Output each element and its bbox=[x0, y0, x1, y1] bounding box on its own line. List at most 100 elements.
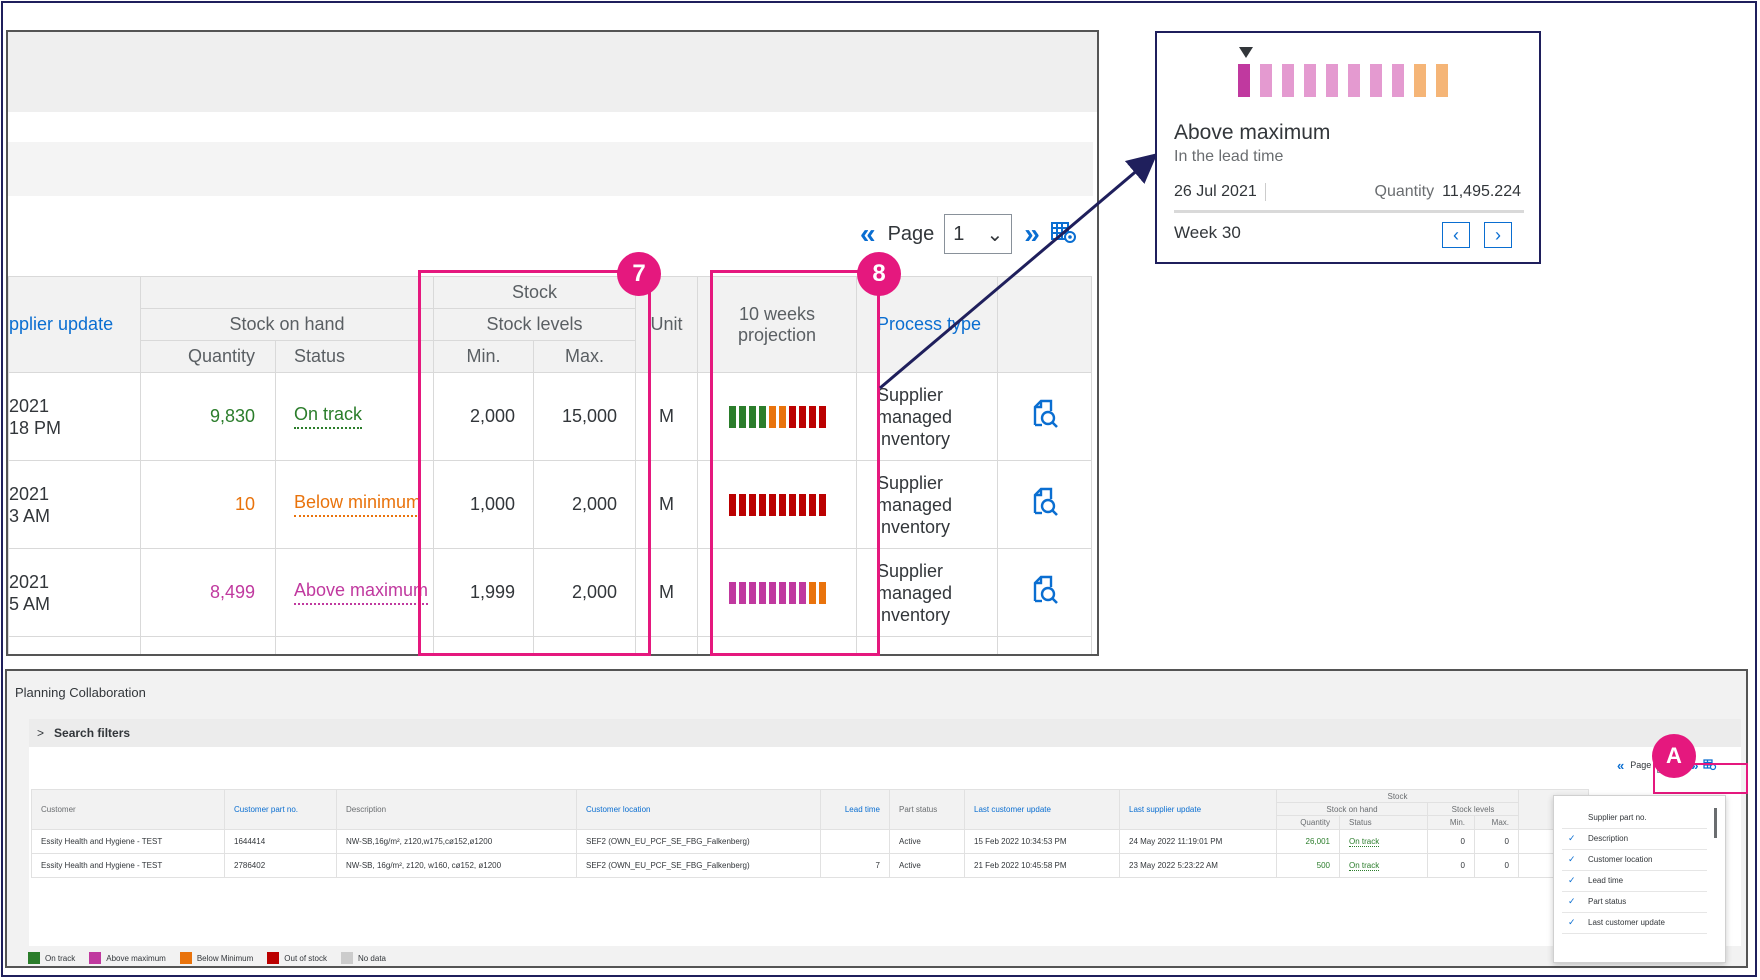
col-last-customer-update[interactable]: Last customer update bbox=[964, 789, 1120, 830]
action-cell bbox=[997, 460, 1092, 549]
column-actions bbox=[997, 276, 1092, 373]
column-menu-label: Part status bbox=[1588, 896, 1627, 906]
app-card: > Search filters « Page 1 ⌄ » bbox=[29, 719, 1741, 946]
location-cell: SEF2 (OWN_EU_PCF_SE_FBG_Falkenberg) bbox=[576, 829, 821, 854]
callout-badge-8: 8 bbox=[857, 252, 901, 296]
part-status-cell: Active bbox=[889, 853, 965, 878]
part-no-cell: 1644414 bbox=[224, 829, 337, 854]
status-link[interactable]: On track bbox=[294, 404, 363, 429]
document-search-icon[interactable] bbox=[1031, 399, 1059, 433]
menu-scrollbar[interactable] bbox=[1714, 808, 1717, 838]
projection-highlight bbox=[710, 270, 880, 656]
projection-bar bbox=[1370, 64, 1382, 97]
legend-item: Out of stock bbox=[267, 952, 327, 964]
popover-subtitle: In the lead time bbox=[1174, 148, 1284, 165]
legend-label: Above maximum bbox=[106, 953, 166, 963]
legend-label: No data bbox=[357, 953, 386, 963]
legend-label: Out of stock bbox=[284, 953, 327, 963]
column-menu-item[interactable]: ✓ Last customer update bbox=[1562, 911, 1707, 934]
column-menu-label: Supplier part no. bbox=[1588, 812, 1647, 822]
col-status: Status bbox=[1339, 815, 1428, 830]
legend-item: Below Minimum bbox=[179, 952, 253, 964]
column-last-supplier-update[interactable]: pplier update bbox=[8, 276, 141, 373]
next-page-icon[interactable]: » bbox=[1024, 220, 1040, 248]
last-supplier-update-cell: 2021 18 PM bbox=[8, 372, 141, 461]
document-search-icon[interactable] bbox=[1031, 575, 1059, 609]
quantity-value: 11,495.224 bbox=[1442, 183, 1521, 200]
col-quantity: Quantity bbox=[1276, 815, 1340, 830]
current-week-marker-icon bbox=[1239, 47, 1253, 58]
page-label: Page bbox=[887, 222, 935, 245]
status-cell: Below minimum bbox=[275, 460, 434, 549]
status-link[interactable]: On track bbox=[1349, 861, 1380, 871]
filter-band bbox=[8, 142, 1093, 196]
app-title: Planning Collaboration bbox=[15, 685, 146, 700]
status-link[interactable]: On track bbox=[1349, 837, 1380, 847]
table-settings-icon[interactable] bbox=[1050, 217, 1078, 251]
col-customer-part-no[interactable]: Customer part no. bbox=[224, 789, 337, 830]
col-customer-location[interactable]: Customer location bbox=[576, 789, 821, 830]
column-settings-menu: Supplier part no. ✓ Description ✓ Customer l… bbox=[1553, 795, 1726, 963]
max-cell: 0 bbox=[1474, 829, 1519, 854]
column-menu-label: Lead time bbox=[1588, 875, 1624, 885]
mini-previous-page-icon[interactable]: « bbox=[1617, 758, 1624, 773]
col-last-supplier-update[interactable]: Last supplier update bbox=[1119, 789, 1277, 830]
legend-swatch bbox=[89, 952, 102, 964]
max-cell: 0 bbox=[1474, 853, 1519, 878]
col-part-status: Part status bbox=[889, 789, 965, 830]
projection-popover: Above maximum In the lead time 26 Jul 20… bbox=[1155, 31, 1541, 264]
projection-bar bbox=[1260, 64, 1272, 97]
column-menu-item[interactable]: ✓ Description bbox=[1562, 827, 1707, 850]
projection-bar bbox=[1304, 64, 1316, 97]
part-no-cell: 2786402 bbox=[224, 853, 337, 878]
col-lead-time[interactable]: Lead time bbox=[820, 789, 890, 830]
table-row[interactable]: Essity Health and Hygiene - TEST 1644414 N… bbox=[31, 829, 1589, 854]
status-cell: On track bbox=[1339, 829, 1428, 854]
legend-item: Above maximum bbox=[89, 952, 166, 964]
projection-bar bbox=[1436, 64, 1448, 97]
check-icon: ✓ bbox=[1568, 874, 1576, 885]
quantity-cell: 10 bbox=[140, 460, 276, 549]
legend-swatch bbox=[340, 952, 353, 964]
min-cell: 0 bbox=[1427, 853, 1475, 878]
col-customer: Customer bbox=[31, 789, 225, 830]
column-menu-item[interactable]: ✓ Customer location bbox=[1562, 848, 1707, 871]
legend-swatch bbox=[267, 952, 280, 964]
check-icon: ✓ bbox=[1568, 895, 1576, 906]
status-link[interactable]: Above maximum bbox=[294, 580, 429, 605]
status-link[interactable]: Below minimum bbox=[294, 492, 422, 517]
quantity-label: Quantity bbox=[1374, 183, 1435, 200]
column-menu-item[interactable]: ✓ Part status bbox=[1562, 890, 1707, 913]
planning-table: Customer Customer part no. Description C… bbox=[31, 789, 1589, 878]
column-menu-item[interactable]: ✓ Lead time bbox=[1562, 869, 1707, 892]
table-row[interactable]: Essity Health and Hygiene - TEST 2786402 N… bbox=[31, 853, 1589, 878]
col-stock-on-hand: Stock on hand bbox=[1276, 802, 1428, 816]
legend-swatch bbox=[28, 952, 40, 964]
previous-page-icon[interactable]: « bbox=[860, 220, 876, 248]
projection-bar bbox=[1238, 64, 1250, 97]
column-menu-label: Last customer update bbox=[1588, 917, 1665, 927]
projection-bar bbox=[1414, 64, 1426, 97]
projection-bar bbox=[1348, 64, 1360, 97]
popover-quantity: Quantity 11,495.224 bbox=[1375, 183, 1521, 201]
next-week-button[interactable]: › bbox=[1484, 222, 1512, 248]
description-cell: NW-SB, 16g/m², z120, w160, cø152, ø1200 bbox=[336, 853, 577, 878]
status-cell: On track bbox=[1339, 853, 1428, 878]
col-stock-levels: Stock levels bbox=[1427, 802, 1519, 816]
location-cell: SEF2 (OWN_EU_PCF_SE_FBG_Falkenberg) bbox=[576, 853, 821, 878]
column-menu-item[interactable]: Supplier part no. bbox=[1562, 806, 1707, 829]
mini-page-label: Page bbox=[1630, 760, 1652, 770]
popover-title: Above maximum bbox=[1174, 121, 1331, 144]
document-search-icon[interactable] bbox=[1031, 487, 1059, 521]
previous-week-button[interactable]: ‹ bbox=[1442, 222, 1470, 248]
column-quantity: Quantity bbox=[140, 340, 276, 373]
quantity-cell: 9,830 bbox=[140, 372, 276, 461]
min-cell: 0 bbox=[1427, 829, 1475, 854]
check-icon: ✓ bbox=[1568, 916, 1576, 927]
description-cell: NW-SB,16g/m², z120,w175,cø152,ø1200 bbox=[336, 829, 577, 854]
page-select[interactable]: 1 ⌄ bbox=[944, 214, 1013, 254]
search-filters-toggle[interactable]: > Search filters bbox=[29, 719, 1741, 747]
legend-item: No data bbox=[340, 952, 386, 964]
part-status-cell: Active bbox=[889, 829, 965, 854]
status-cell: On track bbox=[275, 372, 434, 461]
